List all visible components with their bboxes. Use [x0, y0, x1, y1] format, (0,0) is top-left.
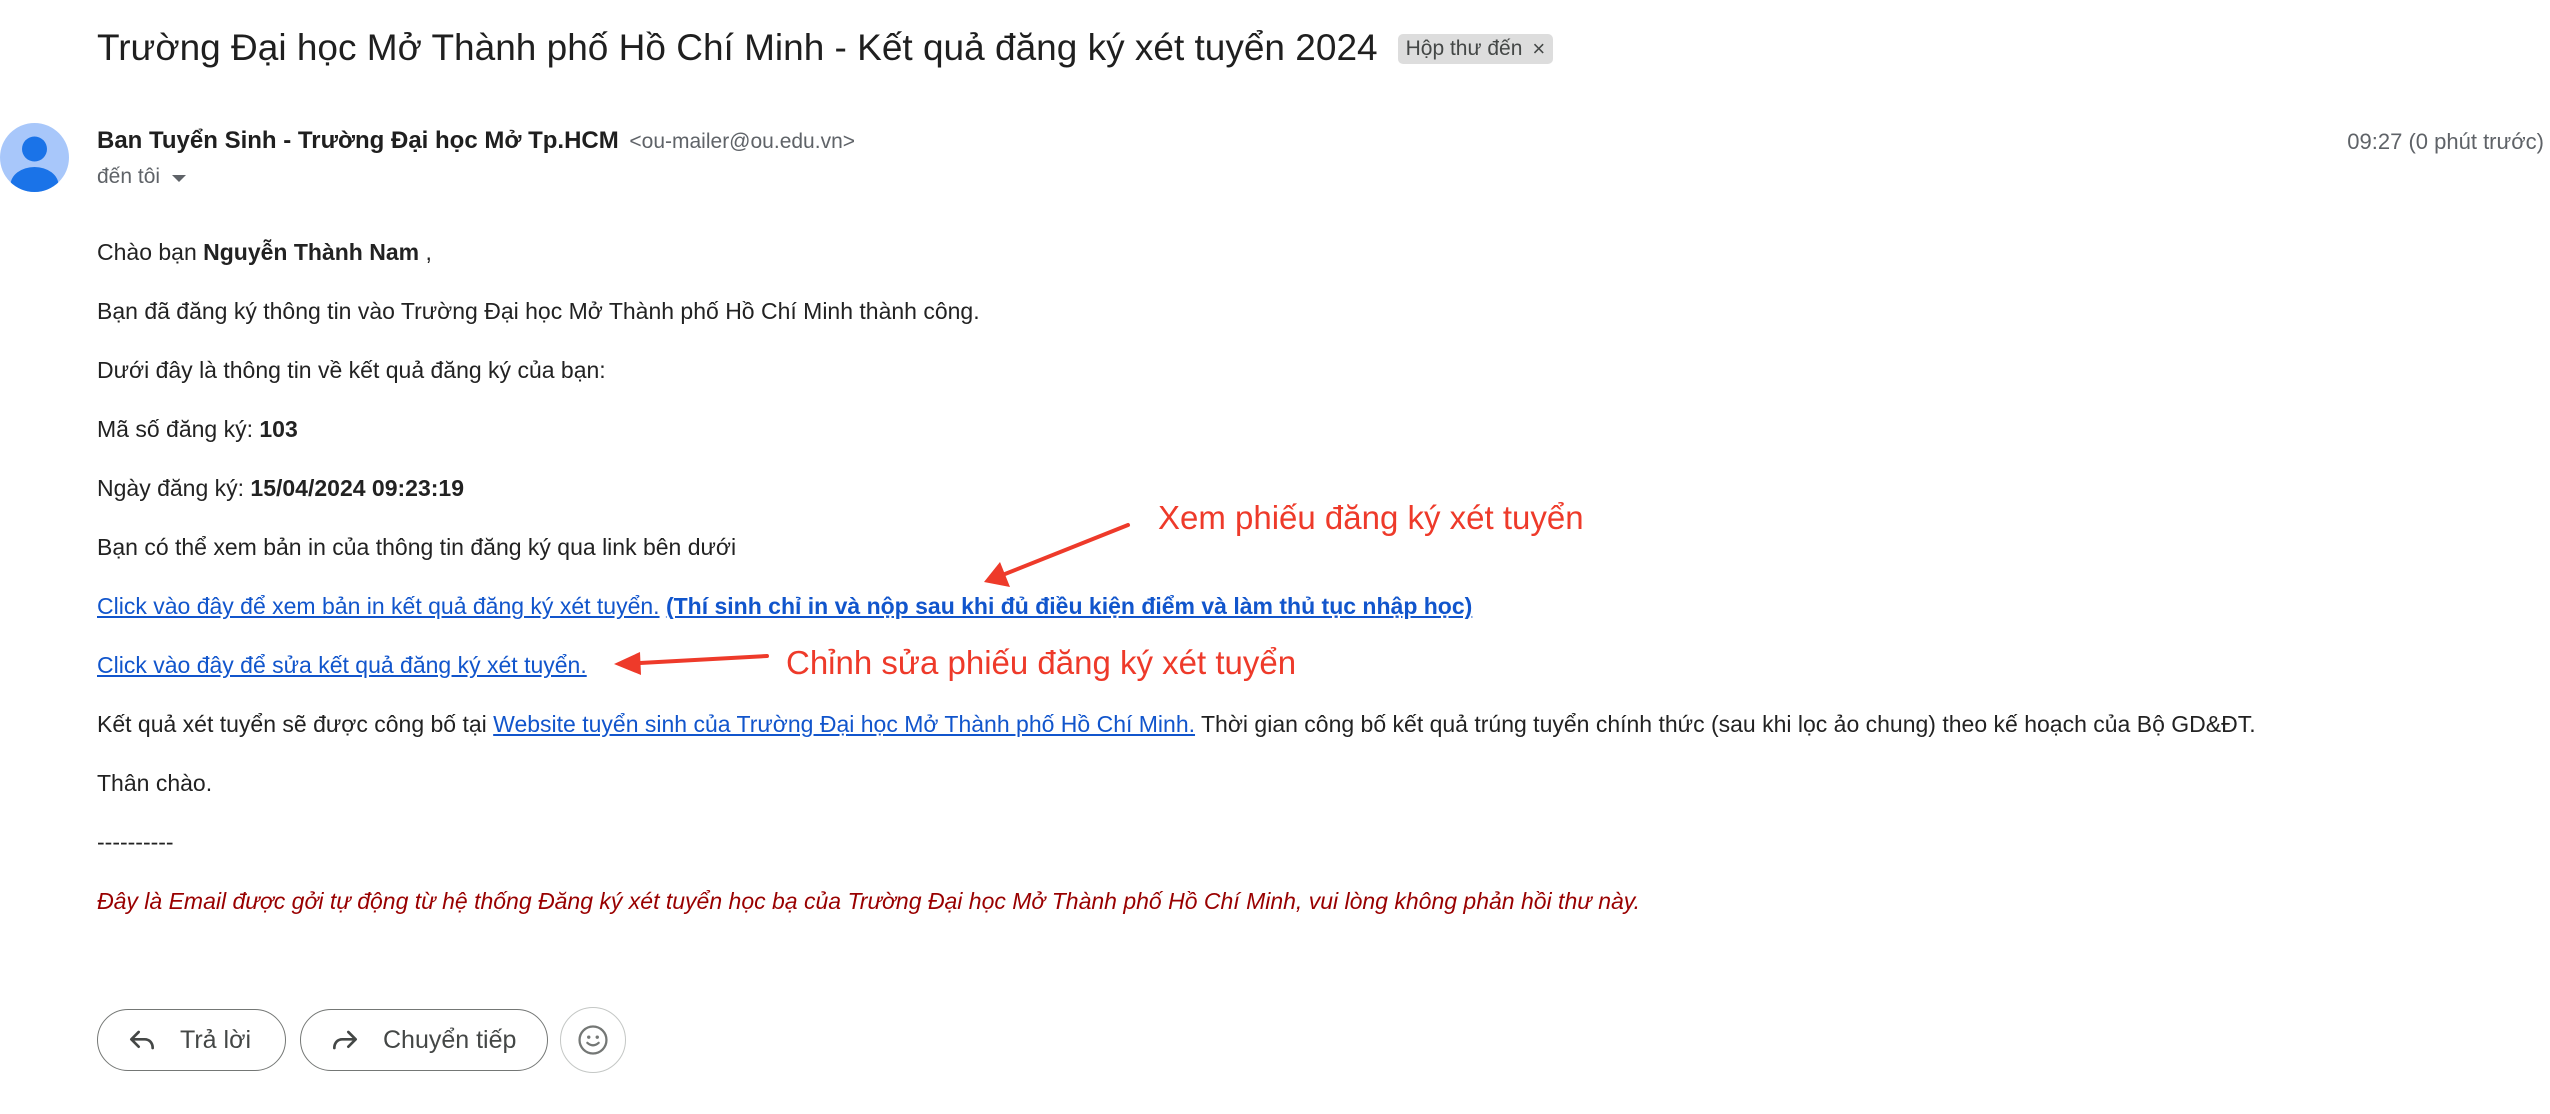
result-prefix: Kết quả xét tuyển sẽ được công bố tại	[97, 711, 494, 737]
edit-line: Click vào đây để sửa kết quả đăng ký xét…	[97, 648, 587, 682]
forward-label: Chuyển tiếp	[383, 1025, 517, 1054]
annotation-edit-form: Chỉnh sửa phiếu đăng ký xét tuyển	[786, 644, 1297, 681]
auto-email-footer-note: Đây là Email được gởi tự động từ hệ thốn…	[97, 888, 1640, 914]
greeting-line: Chào bạn Nguyễn Thành Nam ,	[97, 235, 432, 269]
emoji-reaction-button[interactable]	[560, 1007, 626, 1073]
inbox-label-chip[interactable]: Hộp thư đến ×	[1397, 34, 1554, 64]
view-print-note-link[interactable]: (Thí sinh chỉ in và nộp sau khi đủ điều …	[666, 593, 1472, 619]
reply-icon	[130, 1030, 154, 1050]
email-subject-row: Trường Đại học Mở Thành phố Hồ Chí Minh …	[97, 22, 1554, 74]
person-icon	[10, 136, 59, 192]
registration-date-label: Ngày đăng ký:	[97, 475, 251, 501]
recipient-name: Nguyễn Thành Nam	[203, 239, 420, 265]
separator-line: ----------	[97, 829, 174, 855]
forward-button[interactable]: Chuyển tiếp	[300, 1009, 548, 1071]
registration-date-value: 15/04/2024 09:23:19	[250, 475, 464, 501]
info-intro-line: Dưới đây là thông tin về kết quả đăng ký…	[97, 357, 606, 383]
sender-email: <ou-mailer@ou.edu.vn>	[629, 130, 856, 153]
arrow-to-view-link	[984, 523, 1130, 587]
emoji-icon	[578, 1025, 608, 1055]
recipient-details-toggle[interactable]: đến tôi	[97, 161, 187, 193]
greeting-suffix: ,	[419, 239, 432, 265]
annotation-view-form: Xem phiếu đăng ký xét tuyển	[1158, 499, 1584, 536]
result-suffix: Thời gian công bố kết quả trúng tuyển ch…	[1195, 711, 2256, 737]
forward-icon	[333, 1030, 357, 1050]
registration-code-line: Mã số đăng ký: 103	[97, 412, 298, 446]
recipient-text: đến tôi	[97, 165, 161, 188]
print-intro-line: Bạn có thể xem bản in của thông tin đăng…	[97, 534, 737, 560]
closing-line: Thân chào.	[97, 770, 213, 796]
sender-line: Ban Tuyển Sinh - Trường Đại học Mở Tp.HC…	[97, 124, 855, 159]
reply-label: Trả lời	[180, 1025, 252, 1054]
registered-line: Bạn đã đăng ký thông tin vào Trường Đại …	[97, 298, 980, 324]
arrow-to-edit-link	[614, 652, 769, 675]
sender-name[interactable]: Ban Tuyển Sinh - Trường Đại học Mở Tp.HC…	[97, 127, 619, 154]
caret-down-icon	[172, 175, 187, 182]
greeting-prefix: Chào bạn	[97, 239, 204, 265]
email-subject: Trường Đại học Mở Thành phố Hồ Chí Minh …	[97, 27, 1378, 68]
view-print-line: Click vào đây để xem bản in kết quả đăng…	[97, 589, 1472, 623]
registration-code-value: 103	[259, 416, 298, 442]
email-timestamp: 09:27 (0 phút trước)	[2347, 129, 2544, 154]
sender-avatar[interactable]	[0, 123, 69, 192]
registration-date-line: Ngày đăng ký: 15/04/2024 09:23:19	[97, 471, 464, 505]
remove-label-icon[interactable]: ×	[1532, 34, 1545, 64]
reply-button[interactable]: Trả lời	[97, 1009, 286, 1071]
result-announcement-line: Kết quả xét tuyển sẽ được công bố tại We…	[97, 707, 2256, 741]
admissions-website-link[interactable]: Website tuyển sinh của Trường Đại học Mở…	[493, 711, 1195, 737]
inbox-label-text: Hộp thư đến	[1405, 37, 1523, 60]
registration-code-label: Mã số đăng ký:	[97, 416, 260, 442]
edit-registration-link[interactable]: Click vào đây để sửa kết quả đăng ký xét…	[97, 652, 587, 678]
view-print-link[interactable]: Click vào đây để xem bản in kết quả đăng…	[97, 593, 660, 619]
